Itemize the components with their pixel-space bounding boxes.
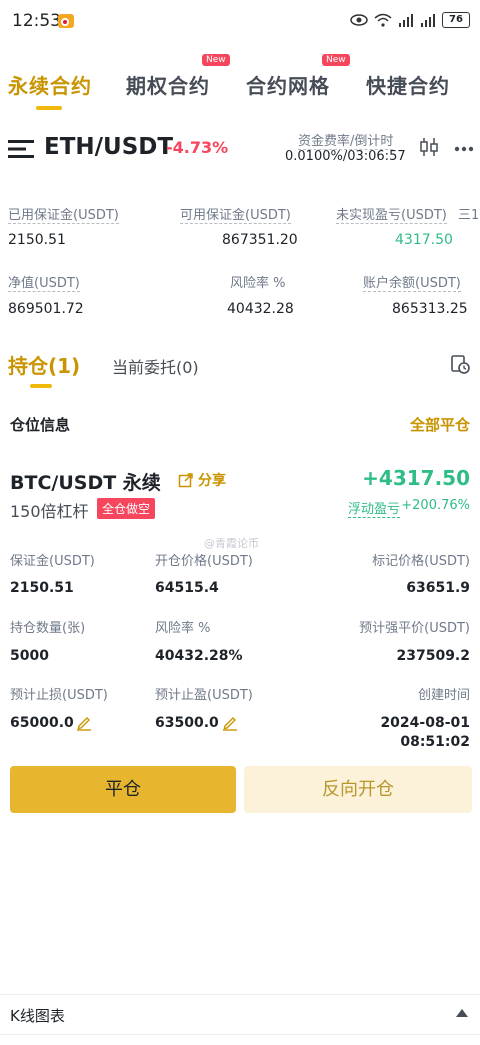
pair-name[interactable]: ETH/USDT [44,134,173,160]
product-tabs: 永续合约 期权合约 New 合约网格 New 快捷合约 [0,54,480,114]
tab-options[interactable]: 期权合约 [126,70,210,99]
pair-change: -4.73% [166,138,229,157]
signal-icon-2 [421,14,435,27]
open-price-value: 64515.4 [155,580,219,596]
tab-quick[interactable]: 快捷合约 [366,70,450,99]
more-icon[interactable] [454,146,474,152]
available-margin-value: 867351.20 [222,232,298,248]
margin-label: 保证金(USDT) [10,554,95,569]
available-margin-label[interactable]: 可用保证金(USDT) [180,204,291,224]
kline-chart-label: K线图表 [10,1007,65,1025]
take-profit-label: 预计止盈(USDT) [155,688,253,703]
candlestick-icon[interactable] [418,136,440,158]
bottom-nav-strip [0,1034,480,1045]
close-all-button[interactable]: 全部平仓 [410,414,470,435]
position-side-badge: 全仓做空 [97,498,156,519]
weibo-icon [58,14,74,28]
position-pnl: +4317.50 [362,466,470,490]
position-risk-label: 风险率 % [155,621,211,636]
position-symbol: BTC/USDT 永续 [10,472,161,494]
edit-stop-loss-icon[interactable] [76,715,92,731]
equity-value: 869501.72 [8,301,84,317]
take-profit-value: 63500.0 [155,715,219,731]
close-position-button[interactable]: 平仓 [10,766,236,813]
open-price-label: 开仓价格(USDT) [155,554,253,569]
created-time-label: 创建时间 [417,688,470,703]
wifi-icon [374,13,392,27]
created-time-value: 08:51:02 [400,734,470,750]
edit-take-profit-icon[interactable] [222,715,238,731]
new-badge-options: New [202,54,230,66]
margin-value: 2150.51 [10,580,74,596]
chevron-up-icon[interactable] [456,1009,468,1017]
stop-loss-label: 预计止损(USDT) [10,688,108,703]
liquidation-price-label: 预计强平价(USDT) [359,621,470,636]
share-label: 分享 [198,473,226,489]
menu-icon[interactable] [8,138,34,160]
position-info-title: 仓位信息 [10,416,71,434]
funding-rate-label[interactable]: 资金费率/倒计时 [298,130,394,150]
used-margin-value: 2150.51 [8,232,66,248]
pair-header: ETH/USDT -4.73% 资金费率/倒计时 0.0100%/03:06:5… [0,124,480,174]
stop-loss-value: 65000.0 [10,715,74,731]
position-info-header: 仓位信息 全部平仓 [0,412,480,436]
unrealized-pnl-label[interactable]: 未实现盈亏(USDT) [336,204,447,224]
history-icon[interactable] [450,354,470,374]
tab-open-orders[interactable]: 当前委托(0) [112,354,199,378]
risk-rate-label: 风险率 % [230,276,286,291]
share-icon [178,473,193,488]
account-balance-value: 865313.25 [392,301,468,317]
account-balance-label[interactable]: 账户余额(USDT) [363,272,461,292]
status-bar: 12:53 76 [0,0,480,44]
used-margin-label[interactable]: 已用保证金(USDT) [8,204,119,224]
funding-rate-value: 0.0100%/03:06:57 [285,149,406,164]
tab-perpetual[interactable]: 永续合约 [8,70,92,99]
share-button[interactable]: 分享 [178,470,226,490]
quantity-label: 持仓数量(张) [10,621,86,636]
tab-active-indicator [36,106,62,110]
quantity-value: 5000 [10,648,49,664]
risk-rate-value: 40432.28 [227,301,294,317]
clipped-stat-label: 三1 [458,208,480,223]
watermark: @青霞论币 [204,537,259,550]
new-badge-grid: New [322,54,350,66]
created-date-value: 2024-08-01 [380,715,470,731]
status-time: 12:53 [12,11,61,31]
position-tab-indicator [30,384,52,388]
tab-grid[interactable]: 合约网格 [246,70,330,99]
equity-label[interactable]: 净值(USDT) [8,272,80,292]
position-tabs: 持仓(1) 当前委托(0) [0,346,480,388]
floating-pnl-label[interactable]: 浮动盈亏 [348,498,401,518]
leverage-label: 150倍杠杆 [10,502,89,521]
liquidation-price-value: 237509.2 [396,648,470,664]
mark-price-value: 63651.9 [406,580,470,596]
unrealized-pnl-value: 4317.50 [395,232,453,248]
kline-chart-bar[interactable]: K线图表 [0,994,480,1034]
reverse-position-button[interactable]: 反向开仓 [244,766,472,813]
battery-icon: 76 [442,12,470,28]
position-risk-value: 40432.28% [155,648,243,664]
status-icons: 76 [350,12,470,28]
eye-icon [350,14,368,26]
floating-pnl-percent: +200.76% [401,498,470,513]
signal-icon [399,14,413,27]
mark-price-label: 标记价格(USDT) [372,554,470,569]
tab-holdings[interactable]: 持仓(1) [8,350,80,379]
